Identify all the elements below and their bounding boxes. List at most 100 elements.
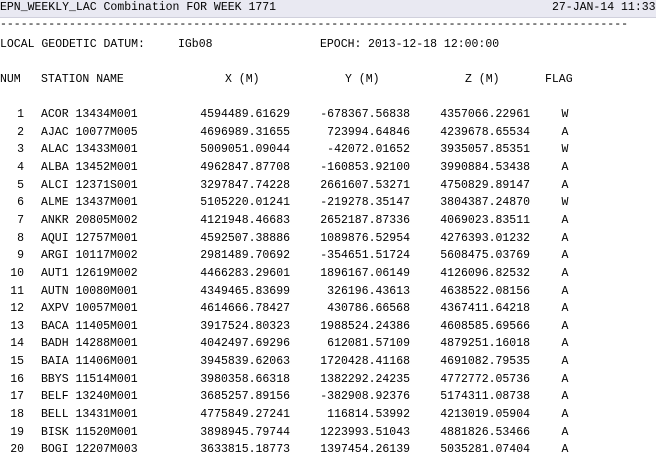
column-header-z: Z (M) xyxy=(465,73,500,86)
row-num: 11 xyxy=(10,285,24,298)
row-flag: A xyxy=(561,267,569,280)
row-z: 4750829.89147 xyxy=(440,179,530,192)
row-x: 5105220.01241 xyxy=(200,196,290,209)
row-z: 3990884.53438 xyxy=(440,161,530,174)
row-x: 4592507.38886 xyxy=(200,232,290,245)
column-header-y: Y (M) xyxy=(345,73,380,86)
row-x: 4594489.61629 xyxy=(200,108,290,121)
row-station-name: BELL 13431M001 xyxy=(41,408,138,421)
row-num: 14 xyxy=(10,337,24,350)
row-flag: A xyxy=(561,249,569,262)
row-y: 2652187.87336 xyxy=(320,214,410,227)
row-station-name: ARGI 10117M002 xyxy=(41,249,138,262)
row-flag: A xyxy=(561,443,569,456)
row-station-name: BBYS 11514M001 xyxy=(41,373,138,386)
row-num: 8 xyxy=(17,232,24,245)
row-z: 3935057.85351 xyxy=(440,143,530,156)
row-y: 2661607.53271 xyxy=(320,179,410,192)
row-y: -42072.01652 xyxy=(327,143,410,156)
row-z: 5174311.08738 xyxy=(440,390,530,403)
row-z: 4367411.64218 xyxy=(440,302,530,315)
row-y: 612081.57109 xyxy=(327,337,410,350)
row-x: 4962847.87708 xyxy=(200,161,290,174)
epoch-value: 2013-12-18 12:00:00 xyxy=(368,38,500,51)
row-z: 4881826.53466 xyxy=(440,426,530,439)
row-x: 3633815.18773 xyxy=(200,443,290,456)
row-station-name: BADH 14288M001 xyxy=(41,337,138,350)
row-station-name: AUT1 12619M002 xyxy=(41,267,138,280)
row-z: 4691082.79535 xyxy=(440,355,530,368)
row-flag: A xyxy=(561,126,569,139)
row-y: 1397454.26139 xyxy=(320,443,410,456)
row-flag: A xyxy=(561,179,569,192)
row-y: -382908.92376 xyxy=(320,390,410,403)
row-station-name: BELF 13240M001 xyxy=(41,390,138,403)
row-x: 3898945.79744 xyxy=(200,426,290,439)
row-y: 326196.43613 xyxy=(327,285,410,298)
row-y: -678367.56838 xyxy=(320,108,410,121)
column-header-num: NUM xyxy=(0,73,21,86)
row-station-name: AXPV 10057M001 xyxy=(41,302,138,315)
row-x: 3917524.80323 xyxy=(200,320,290,333)
row-station-name: ALAC 13433M001 xyxy=(41,143,138,156)
report-datetime: 27-JAN-14 11:33 xyxy=(552,1,656,14)
row-station-name: ALBA 13452M001 xyxy=(41,161,138,174)
row-y: 430786.66568 xyxy=(327,302,410,315)
row-num: 19 xyxy=(10,426,24,439)
row-station-name: ALME 13437M001 xyxy=(41,196,138,209)
row-station-name: BAIA 11406M001 xyxy=(41,355,138,368)
row-z: 4239678.65534 xyxy=(440,126,530,139)
row-z: 4126096.82532 xyxy=(440,267,530,280)
row-z: 4608585.69566 xyxy=(440,320,530,333)
datum-value: IGb08 xyxy=(178,38,213,51)
row-y: 1720428.41168 xyxy=(320,355,410,368)
row-num: 13 xyxy=(10,320,24,333)
row-y: 1896167.06149 xyxy=(320,267,410,280)
row-flag: A xyxy=(561,161,569,174)
column-header-x: X (M) xyxy=(225,73,260,86)
row-y: 1988524.24386 xyxy=(320,320,410,333)
row-y: 1382292.24235 xyxy=(320,373,410,386)
row-y: 116814.53992 xyxy=(327,408,410,421)
row-y: -160853.92100 xyxy=(320,161,410,174)
row-x: 4349465.83699 xyxy=(200,285,290,298)
row-flag: W xyxy=(561,196,569,209)
row-station-name: BISK 11520M001 xyxy=(41,426,138,439)
row-x: 5009051.09044 xyxy=(200,143,290,156)
epoch-label: EPOCH: xyxy=(320,38,362,51)
row-z: 3804387.24870 xyxy=(440,196,530,209)
row-x: 2981489.70692 xyxy=(200,249,290,262)
row-num: 17 xyxy=(10,390,24,403)
row-station-name: AQUI 12757M001 xyxy=(41,232,138,245)
row-num: 15 xyxy=(10,355,24,368)
separator-line: ----------------------------------------… xyxy=(0,18,629,31)
row-y: -354651.51724 xyxy=(320,249,410,262)
row-station-name: BOGI 12207M003 xyxy=(41,443,138,456)
row-x: 3980358.66318 xyxy=(200,373,290,386)
row-num: 18 xyxy=(10,408,24,421)
row-station-name: AUTN 10080M001 xyxy=(41,285,138,298)
row-x: 4042497.69296 xyxy=(200,337,290,350)
row-y: 1223993.51043 xyxy=(320,426,410,439)
row-y: 1089876.52954 xyxy=(320,232,410,245)
row-flag: A xyxy=(561,355,569,368)
row-num: 20 xyxy=(10,443,24,456)
row-y: 723994.64846 xyxy=(327,126,410,139)
row-z: 4213019.05904 xyxy=(440,408,530,421)
row-x: 4614666.78427 xyxy=(200,302,290,315)
row-x: 4121948.46683 xyxy=(200,214,290,227)
row-z: 4638522.08156 xyxy=(440,285,530,298)
row-flag: A xyxy=(561,408,569,421)
row-z: 5035281.07404 xyxy=(440,443,530,456)
row-flag: W xyxy=(561,108,569,121)
row-z: 4276393.01232 xyxy=(440,232,530,245)
row-flag: A xyxy=(561,214,569,227)
row-num: 1 xyxy=(17,108,24,121)
row-station-name: BACA 11405M001 xyxy=(41,320,138,333)
datum-label: LOCAL GEODETIC DATUM: xyxy=(0,38,145,51)
row-z: 4357066.22961 xyxy=(440,108,530,121)
row-x: 4775849.27241 xyxy=(200,408,290,421)
column-header-flag: FLAG xyxy=(545,73,573,86)
row-x: 3945839.62063 xyxy=(200,355,290,368)
row-num: 2 xyxy=(17,126,24,139)
